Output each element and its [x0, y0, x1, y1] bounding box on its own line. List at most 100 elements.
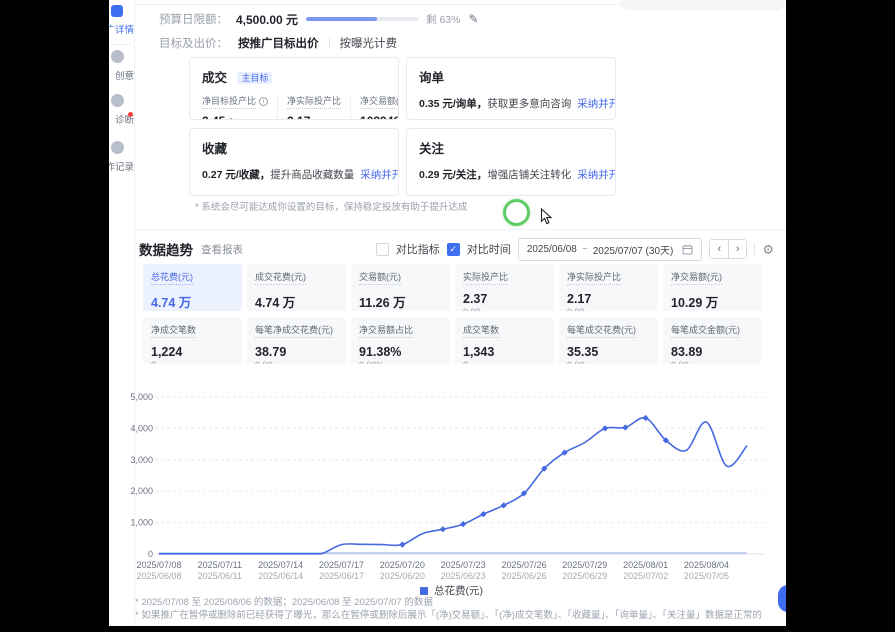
sidebar-item-diagnosis[interactable]: 诊断 [109, 94, 134, 126]
svg-text:2025/07/05: 2025/07/05 [684, 571, 729, 581]
metric-tile[interactable]: 每笔净成交花费(元)38.790.00 [247, 317, 346, 364]
view-report-link[interactable]: 查看报表 [201, 242, 243, 257]
trends-header: 数据趋势 查看报表 对比指标 ✓ 对比时间 2025/06/08 ~ 2025/… [139, 236, 774, 262]
calendar-icon [682, 244, 693, 255]
adopt-enable-link[interactable]: 采纳并开启 [577, 98, 616, 110]
svg-text:2025/07/08: 2025/07/08 [136, 560, 181, 570]
svg-text:2025/07/29: 2025/07/29 [562, 560, 607, 570]
svg-text:2025/07/17: 2025/07/17 [319, 560, 364, 570]
notification-dot [128, 112, 133, 117]
edit-roi-target-icon[interactable]: ✎ [228, 117, 236, 120]
svg-text:2025/06/29: 2025/06/29 [562, 571, 607, 581]
svg-text:2025/06/17: 2025/06/17 [319, 571, 364, 581]
stat-net-gmv: 净交易额(元) 102946.60 [350, 94, 399, 120]
card-inquiry: 询单 0.35 元/询单，获取更多意向咨询采纳并开启 [406, 57, 616, 120]
svg-text:1,000: 1,000 [130, 518, 153, 528]
adopt-enable-link[interactable]: 采纳并开启 [577, 169, 616, 181]
sidebar-item-label: 推广详情 [109, 22, 134, 36]
prev-period-button[interactable]: ‹ [710, 240, 728, 258]
svg-text:2025/07/02: 2025/07/02 [623, 571, 668, 581]
sidebar-item-creative[interactable]: 创意 [109, 50, 134, 82]
budget-label: 预算日限额： [159, 11, 228, 27]
controls-separator [754, 243, 755, 255]
svg-text:2025/06/08: 2025/06/08 [136, 571, 181, 581]
metric-tile[interactable]: 净交易额占比91.38%0.00% [351, 317, 450, 364]
card-follow: 关注 0.29 元/关注，增强店铺关注转化采纳并开启 [406, 128, 616, 196]
adopt-enable-link[interactable]: 采纳并开启 [360, 169, 399, 181]
clock-icon [111, 141, 124, 154]
chart-footnote-periods: * 2025/07/08 至 2025/08/06 的数据；2025/06/08… [135, 594, 433, 608]
metric-tile[interactable]: 成交笔数1,3430 [455, 317, 554, 364]
svg-text:5,000: 5,000 [130, 392, 153, 402]
compare-metric-checkbox[interactable] [376, 243, 389, 256]
budget-progress-fill [306, 17, 377, 21]
stat-net-target-roi: 净目标投产比i 2.45✎ [202, 94, 277, 120]
info-icon[interactable]: i [259, 97, 268, 106]
svg-text:2,000: 2,000 [130, 486, 153, 496]
stat-net-actual-roi: 净实际投产比 2.17 [277, 94, 350, 120]
top-toolbar-button-partial[interactable] [619, 0, 785, 10]
primary-goal-badge: 主目标 [237, 72, 272, 84]
tab-bid-by-goal[interactable]: 按推广目标出价 [238, 35, 319, 51]
date-range-separator: ~ [582, 244, 588, 255]
metric-tile[interactable]: 实际投产比2.370.00 [455, 264, 554, 311]
budget-progress-bar [306, 17, 418, 21]
goal-cards: 成交 主目标 净目标投产比i 2.45✎ 净实际投产比 2.17 净交易额(元)… [189, 57, 616, 196]
date-nav-group: ‹ › [709, 239, 747, 259]
sidebar-item-label: 创意 [109, 68, 134, 82]
lightbulb-icon [111, 50, 124, 63]
metric-tile[interactable]: 总花费(元)4.74 万0.00 [143, 264, 242, 311]
card-favorite: 收藏 0.27 元/收藏，提升商品收藏数量采纳并开启 [189, 128, 399, 196]
budget-remaining: 剩 63% [426, 12, 460, 27]
floating-action-button-partial[interactable] [778, 585, 786, 612]
compare-time-checkbox[interactable]: ✓ [447, 243, 460, 256]
card-title: 收藏 [202, 142, 227, 156]
card-title: 询单 [419, 71, 444, 85]
svg-text:4,000: 4,000 [130, 423, 153, 433]
camera-icon [111, 94, 124, 107]
budget-row: 预算日限额： 4,500.00 元 剩 63% ✎ [159, 11, 479, 27]
metric-tile[interactable]: 成交花费(元)4.74 万0.00 [247, 264, 346, 311]
tab-separator [329, 38, 330, 49]
legend-label: 总花费(元) [434, 585, 483, 597]
date-range-start: 2025/06/08 [527, 244, 577, 255]
svg-text:0: 0 [148, 549, 153, 559]
svg-text:2025/07/23: 2025/07/23 [441, 560, 486, 570]
svg-text:2025/07/26: 2025/07/26 [501, 560, 546, 570]
card-title: 成交 [202, 71, 227, 85]
svg-text:2025/06/26: 2025/06/26 [501, 571, 546, 581]
svg-text:2025/07/20: 2025/07/20 [380, 560, 425, 570]
metric-tile[interactable]: 每笔成交花费(元)35.350.00 [559, 317, 658, 364]
edit-budget-icon[interactable]: ✎ [468, 13, 478, 25]
svg-text:2025/08/04: 2025/08/04 [684, 560, 729, 570]
compare-time-label: 对比时间 [467, 241, 511, 257]
metric-tile[interactable]: 交易额(元)11.26 万0.00 [351, 264, 450, 311]
section-divider [135, 229, 786, 230]
svg-text:2025/07/14: 2025/07/14 [258, 560, 303, 570]
metric-tile[interactable]: 净交易额(元)10.29 万0.00 [663, 264, 762, 311]
svg-text:2025/06/23: 2025/06/23 [441, 571, 486, 581]
goal-bid-label: 目标及出价： [159, 35, 228, 51]
svg-text:2025/06/20: 2025/06/20 [380, 571, 425, 581]
svg-text:3,000: 3,000 [130, 455, 153, 465]
date-range-end: 2025/07/07 (30天) [593, 242, 674, 257]
sidebar-item-history[interactable]: 操作记录 [109, 141, 134, 173]
compare-metric-label: 对比指标 [396, 241, 440, 257]
date-range-picker[interactable]: 2025/06/08 ~ 2025/07/07 (30天) [518, 238, 703, 261]
svg-text:2025/08/01: 2025/08/01 [623, 560, 668, 570]
app-window: 推广详情 创意 诊断 操作记录 预算日限额： 4,500.00 元 剩 63% … [109, 0, 786, 626]
tab-bid-by-impression[interactable]: 按曝光计费 [340, 35, 398, 51]
metric-tile[interactable]: 净实际投产比2.170.00 [559, 264, 658, 311]
budget-value: 4,500.00 元 [236, 11, 298, 28]
sidebar-item-promo-detail[interactable]: 推广详情 [109, 5, 134, 36]
next-period-button[interactable]: › [728, 240, 746, 258]
metric-tile[interactable]: 净成交笔数1,2240 [143, 317, 242, 364]
chart-footnote-disclaimer: * 如果推广在暂停或删除前已经获得了曝光，那么在暂停或删除后展示「(净)交易额」… [135, 607, 762, 621]
promo-detail-icon [111, 5, 123, 17]
card-deal: 成交 主目标 净目标投产比i 2.45✎ 净实际投产比 2.17 净交易额(元)… [189, 57, 399, 120]
trends-title: 数据趋势 [139, 239, 193, 259]
settings-gear-icon[interactable]: ⚙ [762, 243, 774, 256]
goal-note: * 系统会尽可能达成你设置的目标，保持稳定投放有助于提升达成 [195, 199, 467, 213]
metric-tile[interactable]: 每笔成交金额(元)83.890.00 [663, 317, 762, 364]
sidebar-divider [111, 44, 131, 45]
